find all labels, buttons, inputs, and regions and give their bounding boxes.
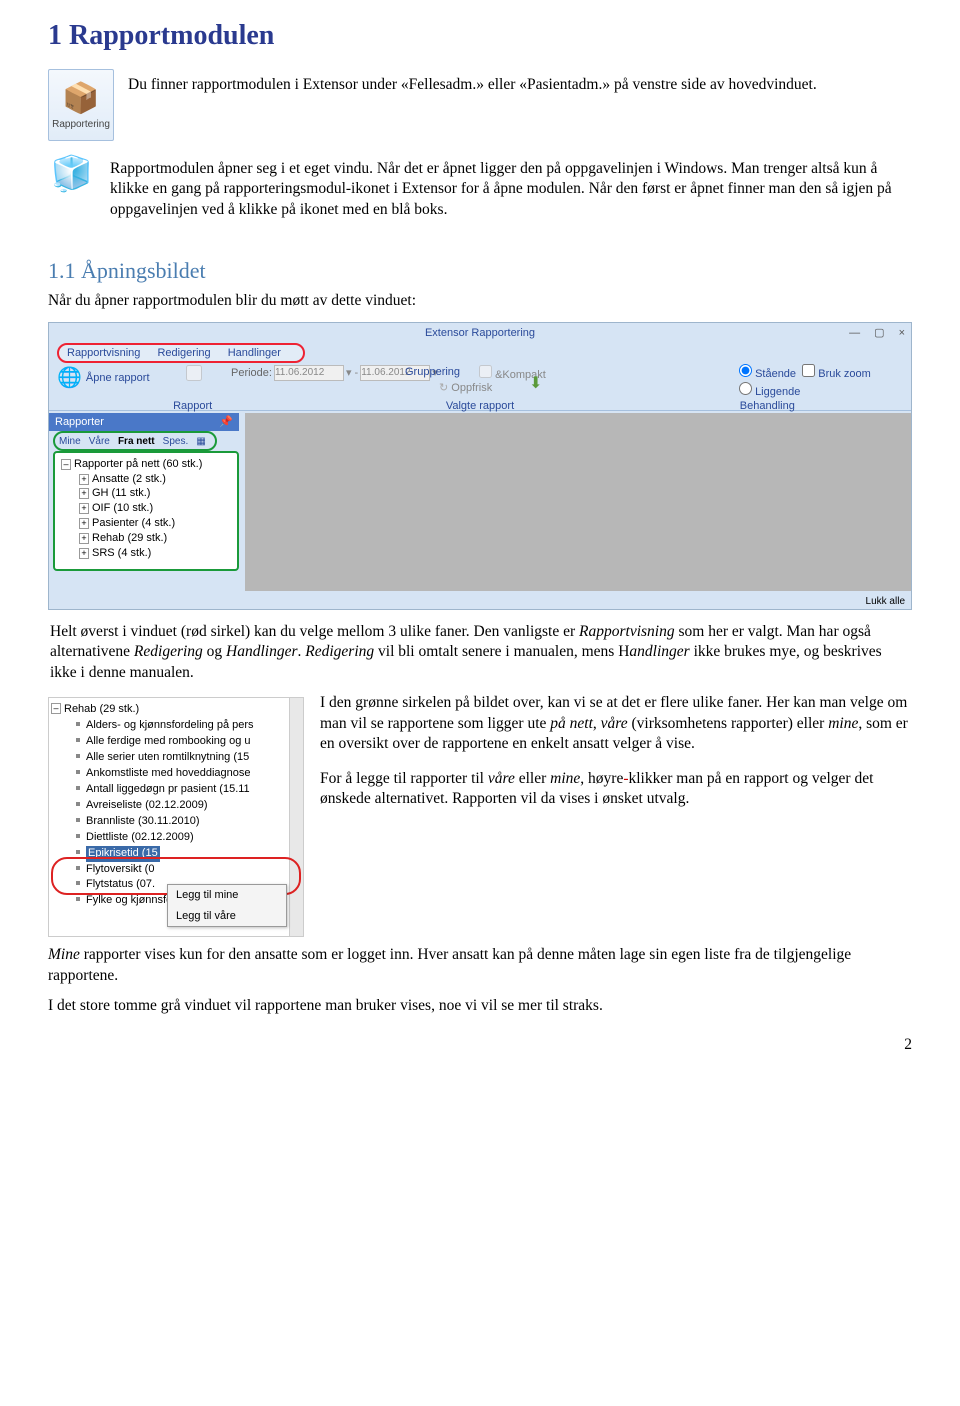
tree-item-selected[interactable]: Epikrisetid (15 [51, 846, 301, 862]
close-icon[interactable]: × [899, 326, 905, 341]
minimize-icon[interactable]: — [849, 326, 860, 341]
tree-item[interactable]: Flytoversikt (0 [51, 862, 301, 878]
report-subtabs-highlight: Mine Våre Fra nett Spes. ▦ [53, 431, 217, 452]
brukzoom-checkbox[interactable] [802, 364, 815, 377]
top-tabs-highlight: Rapportvisning Redigering Handlinger [57, 343, 305, 364]
staende-radio[interactable] [739, 364, 752, 377]
panel-header: Rapporter [55, 416, 104, 428]
blue-box-icon: 🧊 [48, 153, 96, 197]
tree-item[interactable]: Brannliste (30.11.2010) [51, 814, 301, 830]
tree-item[interactable]: +Rehab (29 stk.) [57, 531, 235, 546]
oppfrisk-button[interactable]: Oppfrisk [439, 381, 492, 396]
screenshot-main-window: Extensor Rapportering — ▢ × Rapportvisni… [48, 322, 912, 610]
open-report-label: Åpne rapport [86, 371, 150, 386]
report-tree: –Rapporter på nett (60 stk.) +Ansatte (2… [53, 451, 239, 571]
liggende-radio[interactable] [739, 382, 752, 395]
screenshot-context-menu: –Rehab (29 stk.) Alders- og kjønnsfordel… [48, 697, 304, 937]
menu-legg-til-vare[interactable]: Legg til våre [168, 906, 286, 927]
intro-paragraph-1: Du finner rapportmodulen i Extensor unde… [128, 75, 912, 95]
periode-checkbox[interactable] [159, 365, 229, 381]
doc-title: 1 Rapportmodulen [48, 18, 912, 55]
tree-item[interactable]: Antall liggedøgn pr pasient (15.11 [51, 782, 301, 798]
section-heading: 1.1 Åpningsbildet [48, 256, 912, 285]
open-report-button[interactable]: 🌐 Åpne rapport [57, 365, 150, 391]
pin-icon[interactable]: 📌 [219, 415, 233, 430]
right-paragraph-1: I den grønne sirkelen på bildet over, ka… [320, 693, 912, 754]
down-arrow-icon[interactable]: ⬇ [529, 373, 542, 394]
intro-row-1: 📦 Rapportering Du finner rapportmodulen … [48, 69, 912, 141]
lukk-alle-link[interactable]: Lukk alle [866, 595, 905, 608]
tree-item[interactable]: +Ansatte (2 stk.) [57, 472, 235, 487]
open-report-icon: 🌐 [57, 365, 82, 391]
tree-item[interactable]: Ankomstliste med hoveddiagnose [51, 766, 301, 782]
page-number: 2 [48, 1035, 912, 1055]
tab-redigering[interactable]: Redigering [157, 347, 210, 359]
tree-item[interactable]: Diettliste (02.12.2009) [51, 830, 301, 846]
tree-root-rehab[interactable]: –Rehab (29 stk.) [51, 702, 301, 718]
tree-item[interactable]: +OIF (10 stk.) [57, 501, 235, 516]
periode-label: Periode: [231, 366, 272, 381]
window-title: Extensor Rapportering [49, 326, 911, 341]
context-menu: Legg til mine Legg til våre [167, 884, 287, 927]
subtab-vare[interactable]: Våre [89, 436, 110, 447]
gruppering-button[interactable]: Gruppering [405, 365, 460, 380]
tree-item[interactable]: +SRS (4 stk.) [57, 546, 235, 561]
section-intro: Når du åpner rapportmodulen blir du møtt… [48, 291, 912, 311]
paragraph-after-screenshot: Helt øverst i vinduet (rød sirkel) kan d… [50, 622, 912, 683]
tree-item[interactable]: Alle serier uten romtilknytning (15 [51, 750, 301, 766]
scrollbar[interactable] [289, 698, 303, 936]
tab-handlinger[interactable]: Handlinger [228, 347, 281, 359]
date-from-input[interactable] [274, 365, 344, 381]
tree-item[interactable]: +Pasienter (4 stk.) [57, 516, 235, 531]
maximize-icon[interactable]: ▢ [874, 326, 884, 341]
kompakt-checkbox[interactable] [479, 365, 492, 378]
subtab-mine[interactable]: Mine [59, 436, 81, 447]
subtab-franett[interactable]: Fra nett [118, 436, 155, 447]
tab-rapportvisning[interactable]: Rapportvisning [67, 347, 140, 359]
tree-item[interactable]: Avreiseliste (02.12.2009) [51, 798, 301, 814]
paragraph-mine: Mine rapporter vises kun for den ansatte… [48, 945, 912, 986]
rapportering-module-icon: 📦 Rapportering [48, 69, 114, 141]
tree-item[interactable]: +GH (11 stk.) [57, 486, 235, 501]
intro-paragraph-2: Rapportmodulen åpner seg i et eget vindu… [110, 159, 912, 220]
tree-item[interactable]: Alle ferdige med rombooking og u [51, 734, 301, 750]
tree-item[interactable]: Alders- og kjønnsfordeling på pers [51, 718, 301, 734]
module-icon-label: Rapportering [52, 118, 110, 131]
brukzoom-label: Bruk zoom [818, 368, 871, 380]
main-grey-area [245, 413, 911, 591]
paragraph-grey-window: I det store tomme grå vinduet vil rappor… [48, 996, 912, 1016]
menu-legg-til-mine[interactable]: Legg til mine [168, 885, 286, 906]
subtab-extra-icon[interactable]: ▦ [196, 436, 205, 447]
intro-row-2: 🧊 Rapportmodulen åpner seg i et eget vin… [48, 153, 912, 230]
tree-root[interactable]: –Rapporter på nett (60 stk.) [57, 457, 235, 472]
right-paragraph-2: For å legge til rapporter til våre eller… [320, 769, 912, 810]
staende-label: Stående [755, 368, 796, 380]
subtab-spes[interactable]: Spes. [163, 436, 189, 447]
